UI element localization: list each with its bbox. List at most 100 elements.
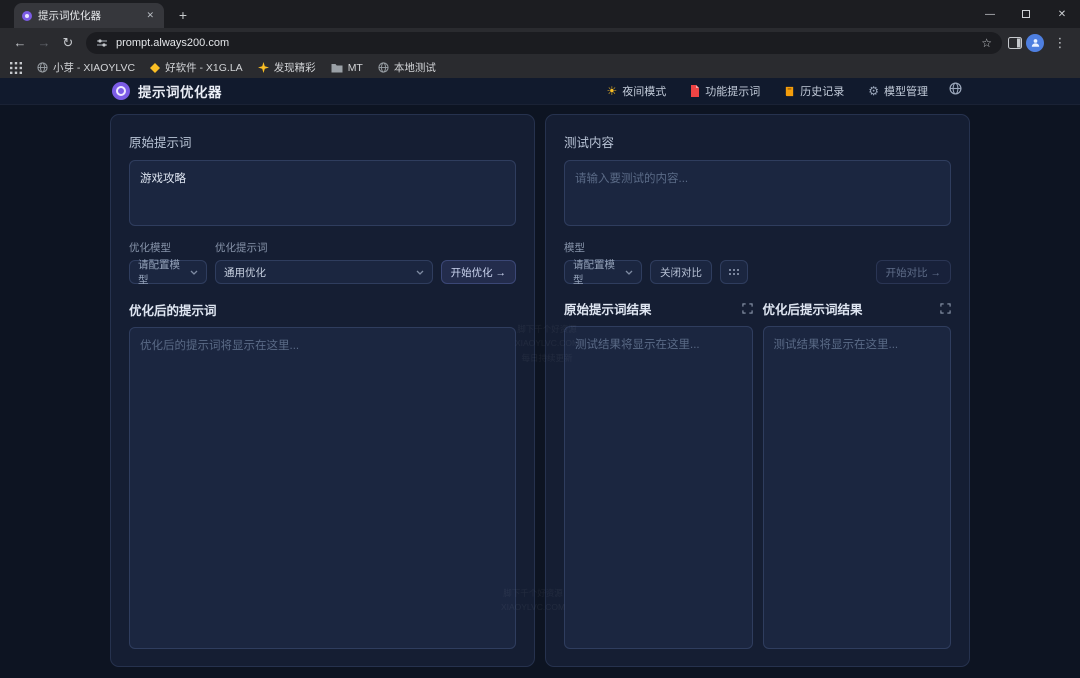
optimized-result-header: 优化后提示词结果 (763, 299, 952, 318)
original-prompt-value: 游戏攻略 (140, 173, 186, 185)
start-optimize-button[interactable]: 开始优化 → (441, 260, 516, 284)
test-content-input[interactable]: 请输入要测试的内容... (564, 160, 951, 226)
test-content-placeholder: 请输入要测试的内容... (575, 173, 688, 185)
optimized-result-title: 优化后提示词结果 (763, 299, 863, 318)
forward-icon[interactable]: → (32, 35, 56, 50)
optimize-model-select[interactable]: 请配置模型 (129, 260, 207, 284)
test-model-label: 模型 (564, 240, 585, 255)
optimized-result-column: 优化后提示词结果 测试结果将显示在这里... (763, 299, 952, 649)
new-tab-button[interactable]: + (174, 7, 192, 23)
minimize-button[interactable]: — (972, 0, 1008, 28)
site-settings-icon[interactable] (96, 37, 108, 49)
nav-feature-prompts[interactable]: 功能提示词 (681, 79, 769, 103)
select-labels-row: 优化模型 优化提示词 (129, 240, 516, 255)
select-value: 请配置模型 (573, 257, 620, 287)
url-text: prompt.always200.com (116, 37, 973, 49)
compare-results: 原始提示词结果 测试结果将显示在这里... 优化后提示词结果 测 (564, 299, 951, 649)
close-compare-button[interactable]: 关闭对比 (650, 260, 712, 284)
refresh-icon[interactable]: ↻ (56, 35, 80, 51)
bookmark-item[interactable]: 本地测试 (378, 60, 436, 75)
bookmark-label: 发现精彩 (274, 60, 316, 75)
header-nav: ☀ 夜间模式 功能提示词 历史记录 ⚙ 模型管理 (597, 78, 968, 104)
main-content: 原始提示词 游戏攻略 优化模型 优化提示词 请配置模型 通用优化 开始优化 → (0, 105, 1080, 667)
more-options-button[interactable] (720, 260, 748, 284)
url-bar[interactable]: prompt.always200.com ☆ (86, 32, 1002, 54)
chevron-down-icon (625, 270, 633, 275)
bookmarks-bar: 小芽 - XIAOYLVC 好软件 - X1G.LA 发现精彩 MT 本地测试 (0, 57, 1080, 78)
original-prompt-label: 原始提示词 (129, 132, 516, 151)
select-value: 请配置模型 (138, 257, 185, 287)
tab-title: 提示词优化器 (38, 8, 138, 23)
language-button[interactable] (943, 78, 968, 104)
bookmark-item[interactable]: 好软件 - X1G.LA (150, 60, 243, 75)
document-icon (690, 85, 700, 97)
original-prompt-input[interactable]: 游戏攻略 (129, 160, 516, 226)
optimize-model-label: 优化模型 (129, 240, 215, 255)
nav-label: 功能提示词 (705, 83, 760, 99)
optimized-result-placeholder: 测试结果将显示在这里... (774, 339, 899, 351)
optimized-result-output[interactable]: 测试结果将显示在这里... (763, 326, 952, 649)
globe-icon (37, 62, 48, 73)
bookmark-folder[interactable]: MT (331, 62, 363, 74)
nav-night-mode[interactable]: ☀ 夜间模式 (597, 79, 675, 103)
expand-icon[interactable] (742, 303, 753, 314)
app-logo-icon (112, 82, 130, 100)
original-result-title: 原始提示词结果 (564, 299, 652, 318)
test-panel: 测试内容 请输入要测试的内容... 模型 请配置模型 关闭对比 (545, 114, 970, 667)
select-value: 通用优化 (224, 265, 266, 280)
sun-icon: ☀ (606, 84, 617, 98)
test-controls: 请配置模型 关闭对比 开始对比 → (564, 260, 951, 284)
optimized-prompt-output[interactable]: 优化后的提示词将显示在这里... (129, 327, 516, 649)
optimize-panel: 原始提示词 游戏攻略 优化模型 优化提示词 请配置模型 通用优化 开始优化 → (110, 114, 535, 667)
optimize-controls: 请配置模型 通用优化 开始优化 → (129, 260, 516, 284)
gear-icon: ⚙ (868, 84, 879, 98)
nav-label: 夜间模式 (622, 83, 666, 99)
nav-history[interactable]: 历史记录 (775, 79, 853, 103)
original-result-output[interactable]: 测试结果将显示在这里... (564, 326, 753, 649)
test-content-label: 测试内容 (564, 132, 951, 151)
nav-model-management[interactable]: ⚙ 模型管理 (859, 79, 937, 103)
browser-menu-icon[interactable]: ⋮ (1048, 35, 1072, 51)
bookmark-label: 本地测试 (394, 60, 436, 75)
folder-icon (331, 63, 343, 73)
window-controls: — ✕ (972, 0, 1080, 28)
original-result-placeholder: 测试结果将显示在这里... (575, 339, 700, 351)
person-icon (1030, 37, 1041, 48)
profile-avatar[interactable] (1026, 34, 1044, 52)
browser-tab[interactable]: 提示词优化器 ✕ (14, 3, 164, 28)
browser-titlebar: 提示词优化器 ✕ + — ✕ (0, 0, 1080, 28)
apps-grid-icon[interactable] (10, 62, 22, 74)
bookmark-label: 好软件 - X1G.LA (165, 60, 243, 75)
bookmark-label: MT (348, 62, 363, 74)
start-compare-button[interactable]: 开始对比 → (876, 260, 951, 284)
test-model-select[interactable]: 请配置模型 (564, 260, 642, 284)
side-panel-icon[interactable] (1008, 37, 1022, 49)
dots-grid-icon (728, 268, 740, 276)
maximize-icon (1022, 10, 1030, 18)
bookmark-star-icon[interactable]: ☆ (981, 36, 992, 50)
original-result-header: 原始提示词结果 (564, 299, 753, 318)
original-result-column: 原始提示词结果 测试结果将显示在这里... (564, 299, 753, 649)
maximize-button[interactable] (1008, 0, 1044, 28)
chevron-down-icon (190, 270, 198, 275)
book-icon (784, 86, 795, 97)
optimize-template-select[interactable]: 通用优化 (215, 260, 433, 284)
tab-favicon (22, 11, 32, 21)
globe-icon (378, 62, 389, 73)
globe-icon (949, 82, 962, 95)
nav-label: 模型管理 (884, 83, 928, 99)
optimized-prompt-title: 优化后的提示词 (129, 300, 516, 319)
bookmark-item[interactable]: 发现精彩 (258, 60, 316, 75)
nav-label: 历史记录 (800, 83, 844, 99)
browser-toolbar: ← → ↻ prompt.always200.com ☆ ⋮ (0, 28, 1080, 57)
bookmark-label: 小芽 - XIAOYLVC (53, 60, 135, 75)
app-header: 提示词优化器 ☀ 夜间模式 功能提示词 历史记录 ⚙ 模型管理 (0, 78, 1080, 105)
back-icon[interactable]: ← (8, 35, 32, 50)
expand-icon[interactable] (940, 303, 951, 314)
bookmark-item[interactable]: 小芽 - XIAOYLVC (37, 60, 135, 75)
chevron-down-icon (416, 270, 424, 275)
optimize-prompt-label: 优化提示词 (215, 240, 268, 255)
tab-close-icon[interactable]: ✕ (144, 8, 156, 23)
app-title: 提示词优化器 (138, 81, 222, 101)
close-button[interactable]: ✕ (1044, 0, 1080, 28)
